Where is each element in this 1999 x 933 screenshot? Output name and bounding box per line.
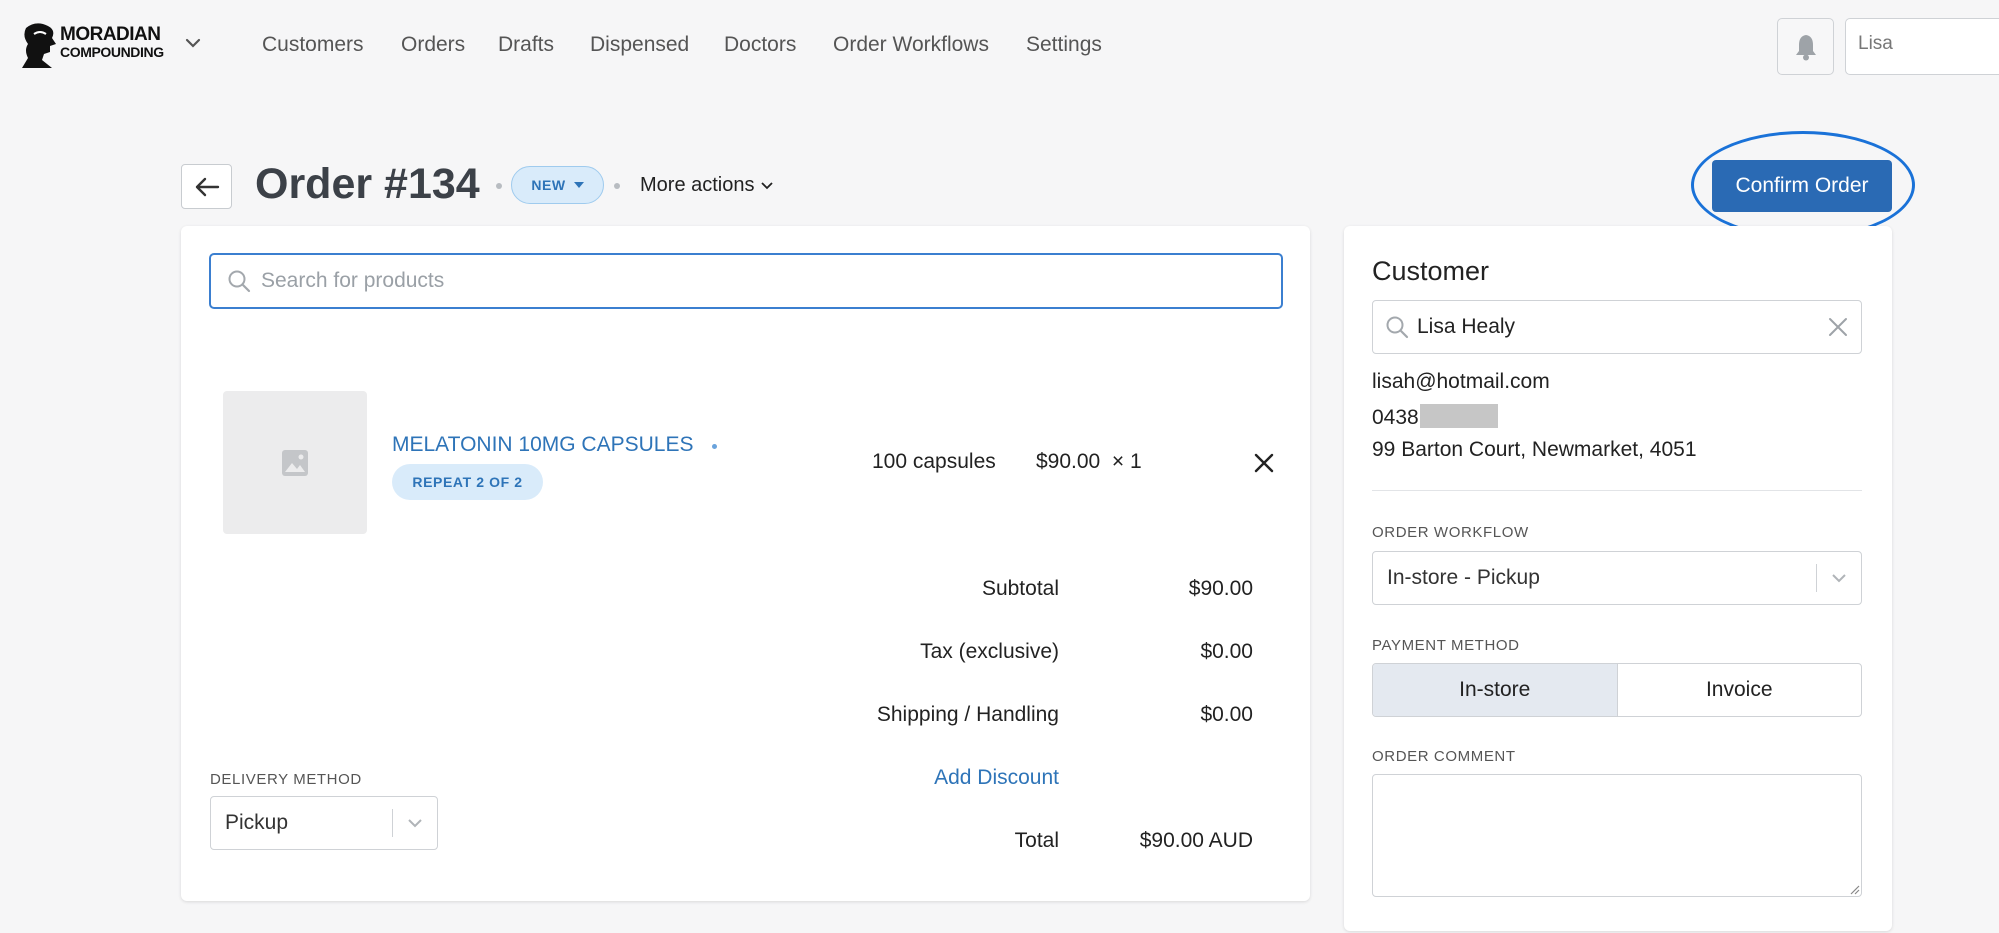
product-price-line: $90.00 × 1	[1036, 450, 1142, 474]
redacted-block	[1419, 404, 1498, 428]
user-name: Lisa	[1858, 33, 1893, 54]
customer-email[interactable]: lisah@hotmail.com	[1372, 370, 1550, 394]
customer-phone: 0438	[1372, 404, 1498, 430]
customer-address: 99 Barton Court, Newmarket, 4051	[1372, 438, 1697, 461]
status-badge[interactable]: NEW	[511, 166, 604, 204]
image-placeholder-icon	[282, 449, 308, 476]
tax-label: Tax (exclusive)	[920, 640, 1059, 663]
chevron-down-icon	[1817, 573, 1861, 583]
delivery-method-label: DELIVERY METHOD	[210, 771, 362, 788]
subtotal-value: $90.00	[1188, 577, 1253, 600]
logo-icon	[22, 23, 56, 68]
close-icon	[1829, 318, 1847, 336]
more-actions-label: More actions	[640, 174, 755, 196]
top-navigation: MORADIAN COMPOUNDING Customers Orders Dr…	[0, 0, 1999, 94]
customer-search-value[interactable]: Lisa Healy	[1417, 315, 1815, 339]
payment-method-toggle: In-store Invoice	[1372, 663, 1862, 717]
bell-icon	[1795, 34, 1816, 60]
caret-down-icon	[573, 182, 584, 188]
divider	[1372, 490, 1862, 491]
chevron-down-icon	[760, 181, 773, 189]
status-label: NEW	[531, 177, 566, 193]
product-quantity-desc: 100 capsules	[872, 450, 996, 473]
payment-method-label: PAYMENT METHOD	[1372, 637, 1520, 654]
chevron-down-icon	[185, 38, 201, 48]
close-icon	[1254, 453, 1274, 473]
brand-line-2: COMPOUNDING	[60, 44, 164, 60]
product-multiplier[interactable]: × 1	[1112, 450, 1142, 473]
nav-orders[interactable]: Orders	[401, 33, 465, 57]
payment-option-in-store[interactable]: In-store	[1373, 664, 1618, 716]
arrow-left-icon	[195, 177, 219, 196]
order-comment-textarea[interactable]	[1372, 774, 1862, 897]
nav-order-workflows[interactable]: Order Workflows	[833, 33, 989, 57]
remove-product-button[interactable]	[1249, 448, 1279, 478]
chevron-down-icon	[393, 818, 437, 828]
customer-search[interactable]: Lisa Healy	[1372, 300, 1862, 354]
back-button[interactable]	[181, 164, 232, 209]
notifications-button[interactable]	[1777, 18, 1834, 75]
order-details-card: MELATONIN 10MG CAPSULES REPEAT 2 OF 2 10…	[181, 226, 1310, 901]
product-search[interactable]	[209, 253, 1283, 309]
nav-customers[interactable]: Customers	[262, 33, 364, 57]
shipping-label: Shipping / Handling	[876, 703, 1059, 726]
clear-customer-button[interactable]	[1815, 317, 1861, 337]
nav-doctors[interactable]: Doctors	[724, 33, 796, 57]
page-title: Order #134	[255, 160, 480, 208]
workspace-switcher[interactable]	[182, 32, 204, 54]
customer-phone-prefix: 0438	[1372, 406, 1419, 429]
separator-dot	[496, 183, 502, 189]
payment-option-invoice[interactable]: Invoice	[1618, 664, 1862, 716]
user-menu[interactable]: Lisa	[1845, 18, 1999, 75]
confirm-order-button[interactable]: Confirm Order	[1712, 160, 1892, 212]
nav-drafts[interactable]: Drafts	[498, 33, 554, 57]
product-search-input[interactable]	[261, 269, 1241, 293]
tax-value: $0.00	[1200, 640, 1253, 663]
brand-logo[interactable]: MORADIAN COMPOUNDING	[22, 22, 166, 68]
product-status-dot	[712, 444, 717, 449]
add-discount-link[interactable]: Add Discount	[759, 766, 1059, 790]
order-workflow-value: In-store - Pickup	[1387, 566, 1540, 589]
product-price: $90.00	[1036, 450, 1101, 473]
order-workflow-select[interactable]: In-store - Pickup	[1372, 551, 1862, 605]
delivery-method-value: Pickup	[225, 811, 289, 834]
customer-heading: Customer	[1372, 256, 1490, 286]
brand-line-1: MORADIAN	[60, 24, 161, 45]
brand-name: MORADIAN COMPOUNDING	[60, 25, 164, 59]
order-workflow-label: ORDER WORKFLOW	[1372, 524, 1529, 541]
customer-card: Customer Lisa Healy lisah@hotmail.com 04…	[1344, 226, 1892, 931]
total-label: Total	[1014, 829, 1059, 852]
nav-dispensed[interactable]: Dispensed	[590, 33, 689, 57]
repeat-badge: REPEAT 2 OF 2	[392, 464, 543, 500]
product-name-link[interactable]: MELATONIN 10MG CAPSULES	[392, 433, 693, 457]
order-comment-label: ORDER COMMENT	[1372, 748, 1516, 765]
separator-dot	[614, 183, 620, 189]
delivery-method-select[interactable]: Pickup	[210, 796, 438, 850]
more-actions-dropdown[interactable]: More actions	[640, 174, 773, 197]
shipping-value: $0.00	[1200, 703, 1253, 726]
total-value: $90.00 AUD	[1139, 829, 1253, 852]
search-icon	[1386, 316, 1409, 339]
resize-handle-icon[interactable]	[1850, 885, 1860, 895]
product-thumbnail	[223, 391, 367, 534]
search-icon	[228, 270, 251, 293]
nav-settings[interactable]: Settings	[1026, 33, 1102, 57]
subtotal-label: Subtotal	[981, 577, 1059, 600]
